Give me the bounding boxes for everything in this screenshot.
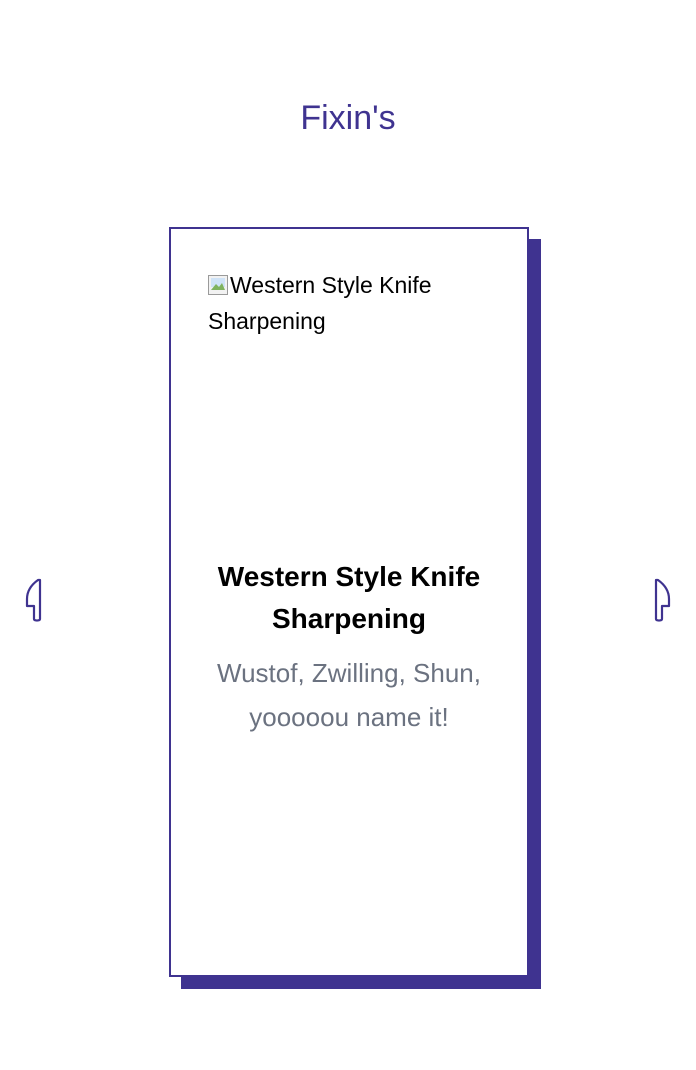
service-card: Western Style Knife Sharpening Western S… [169, 227, 529, 977]
card-image: Western Style Knife Sharpening [208, 267, 498, 339]
section-title: Fixin's [300, 99, 396, 137]
knife-right-icon [654, 578, 671, 622]
knife-left-icon [25, 578, 42, 622]
card-title: Western Style Knife Sharpening [217, 561, 481, 634]
card-image-alt-text: Western Style Knife Sharpening [208, 272, 432, 334]
carousel-prev-button[interactable] [23, 577, 45, 625]
card-description: Wustof, Zwilling, Shun, yooooou name it! [217, 658, 481, 732]
broken-image-icon [208, 275, 228, 295]
carousel-next-button[interactable] [651, 577, 673, 625]
